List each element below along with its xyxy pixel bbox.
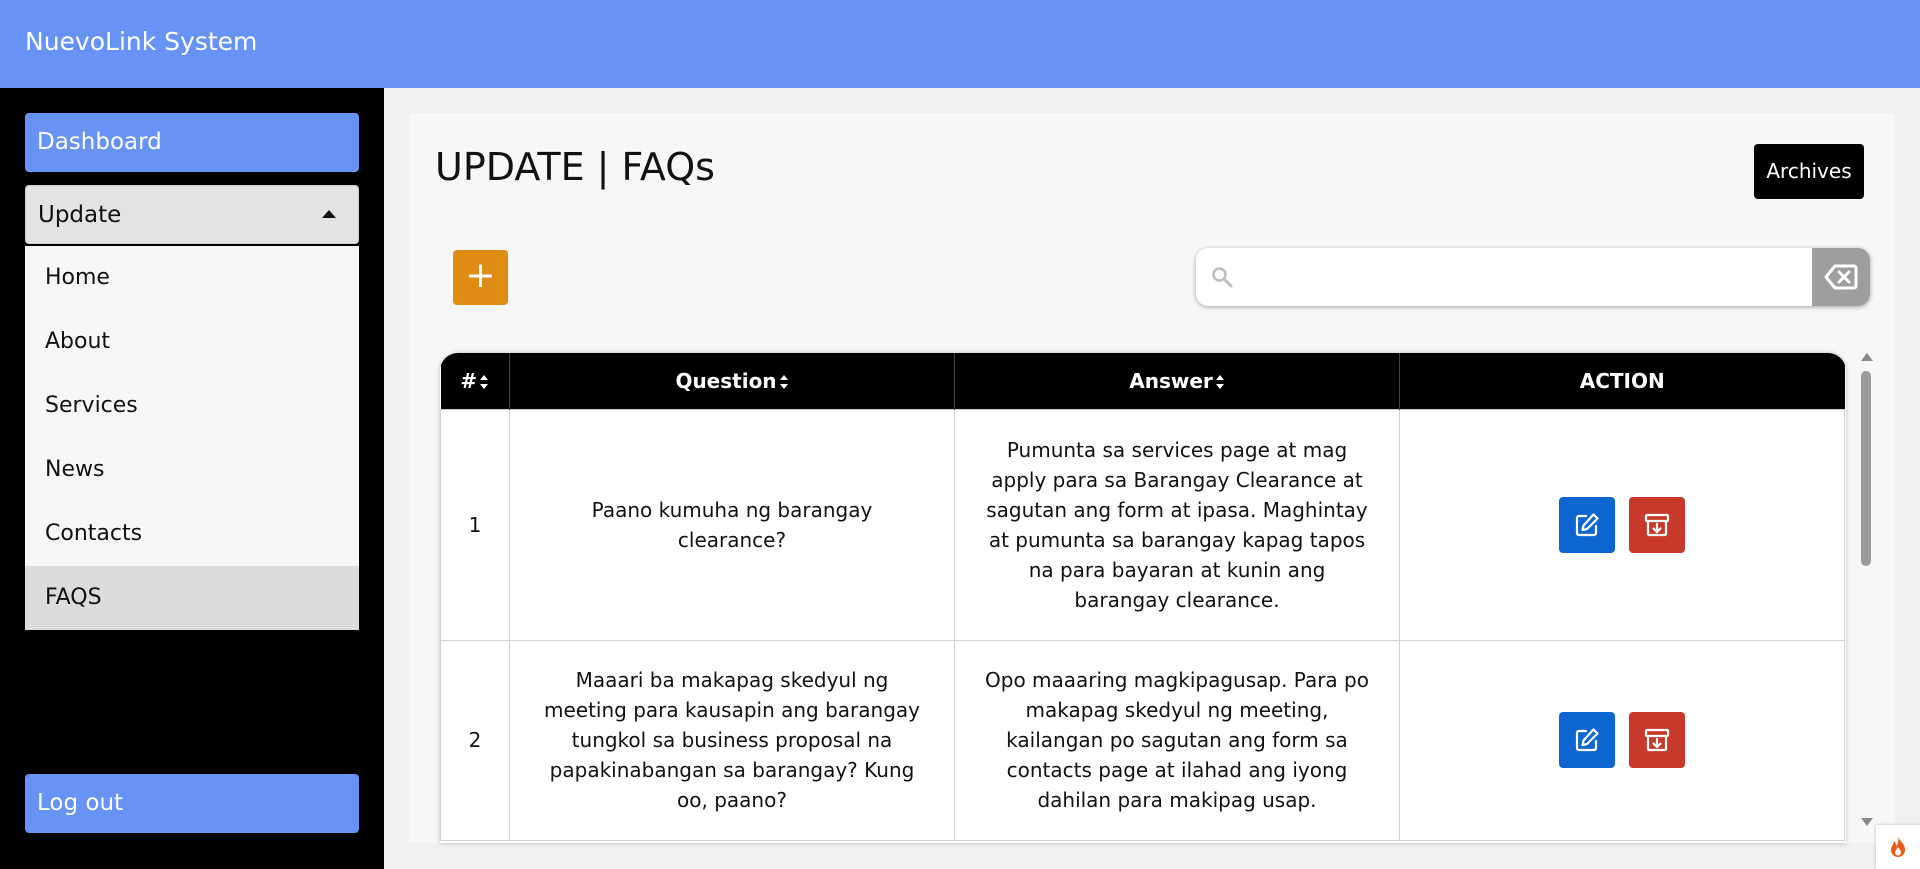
header-number[interactable]: # bbox=[440, 353, 510, 409]
table-row: 1 Paano kumuha ng barangay clearance? Pu… bbox=[440, 408, 1845, 641]
row-actions bbox=[1399, 639, 1845, 841]
submenu-item-faqs[interactable]: FAQS bbox=[25, 566, 359, 630]
submenu-item-home[interactable]: Home bbox=[25, 246, 359, 310]
clear-search-button[interactable] bbox=[1812, 248, 1870, 306]
logout-button[interactable]: Log out bbox=[25, 774, 359, 833]
row-question: Maaari ba makapag skedyul ng meeting par… bbox=[509, 639, 955, 841]
row-answer: Opo maaaring magkipagusap. Para po makap… bbox=[954, 639, 1400, 841]
archive-button[interactable] bbox=[1629, 712, 1686, 768]
page-title: UPDATE | FAQs bbox=[435, 145, 715, 189]
archive-icon bbox=[1645, 728, 1670, 752]
sort-icon bbox=[480, 375, 489, 390]
row-actions bbox=[1399, 408, 1845, 641]
row-answer: Pumunta sa services page at mag apply pa… bbox=[954, 408, 1400, 641]
table-header-row: # Question Answer ACTION bbox=[440, 353, 1845, 409]
faq-table: # Question Answer ACTION 1 Paano kumuha … bbox=[440, 353, 1845, 841]
sort-icon bbox=[1215, 375, 1224, 390]
backspace-icon bbox=[1824, 264, 1858, 290]
dashboard-button[interactable]: Dashboard bbox=[25, 113, 359, 172]
header-question[interactable]: Question bbox=[509, 353, 955, 409]
scroll-up-arrow-icon[interactable] bbox=[1861, 353, 1873, 361]
search-input[interactable] bbox=[1244, 256, 1784, 298]
submenu-item-services[interactable]: Services bbox=[25, 374, 359, 438]
header-answer[interactable]: Answer bbox=[954, 353, 1400, 409]
archives-button[interactable]: Archives bbox=[1754, 144, 1864, 199]
submenu-item-news[interactable]: News bbox=[25, 438, 359, 502]
edit-icon bbox=[1575, 512, 1599, 536]
scroll-thumb[interactable] bbox=[1861, 371, 1871, 566]
update-label: Update bbox=[38, 202, 122, 228]
archive-icon bbox=[1645, 513, 1670, 536]
row-number: 1 bbox=[440, 408, 510, 641]
row-question: Paano kumuha ng barangay clearance? bbox=[509, 408, 955, 641]
caret-up-icon bbox=[322, 210, 336, 218]
main-content: UPDATE | FAQs Archives + # Question Answ… bbox=[409, 113, 1895, 843]
archive-button[interactable] bbox=[1629, 496, 1686, 553]
sort-icon bbox=[779, 375, 788, 390]
submenu-item-contacts[interactable]: Contacts bbox=[25, 502, 359, 566]
table-row: 2 Maaari ba makapag skedyul ng meeting p… bbox=[440, 639, 1845, 841]
top-bar: NuevoLink System bbox=[0, 0, 1920, 88]
edit-button[interactable] bbox=[1558, 712, 1615, 768]
flame-icon bbox=[1891, 836, 1905, 857]
sidebar: Dashboard Update Home About Services New… bbox=[0, 88, 384, 869]
faq-table-container: # Question Answer ACTION 1 Paano kumuha … bbox=[440, 353, 1846, 843]
app-title: NuevoLink System bbox=[25, 27, 258, 56]
edit-button[interactable] bbox=[1558, 496, 1615, 553]
search-bar bbox=[1196, 248, 1870, 306]
search-icon bbox=[1210, 265, 1234, 293]
row-number: 2 bbox=[440, 639, 510, 841]
update-submenu: Home About Services News Contacts FAQS bbox=[25, 246, 359, 630]
submenu-item-about[interactable]: About bbox=[25, 310, 359, 374]
table-scrollbar[interactable] bbox=[1856, 353, 1878, 833]
update-dropdown-toggle[interactable]: Update bbox=[25, 185, 359, 244]
edit-icon bbox=[1575, 728, 1599, 752]
header-action: ACTION bbox=[1399, 353, 1845, 409]
add-faq-button[interactable]: + bbox=[453, 250, 508, 305]
scroll-down-arrow-icon[interactable] bbox=[1861, 818, 1873, 826]
corner-badge[interactable] bbox=[1876, 825, 1920, 869]
